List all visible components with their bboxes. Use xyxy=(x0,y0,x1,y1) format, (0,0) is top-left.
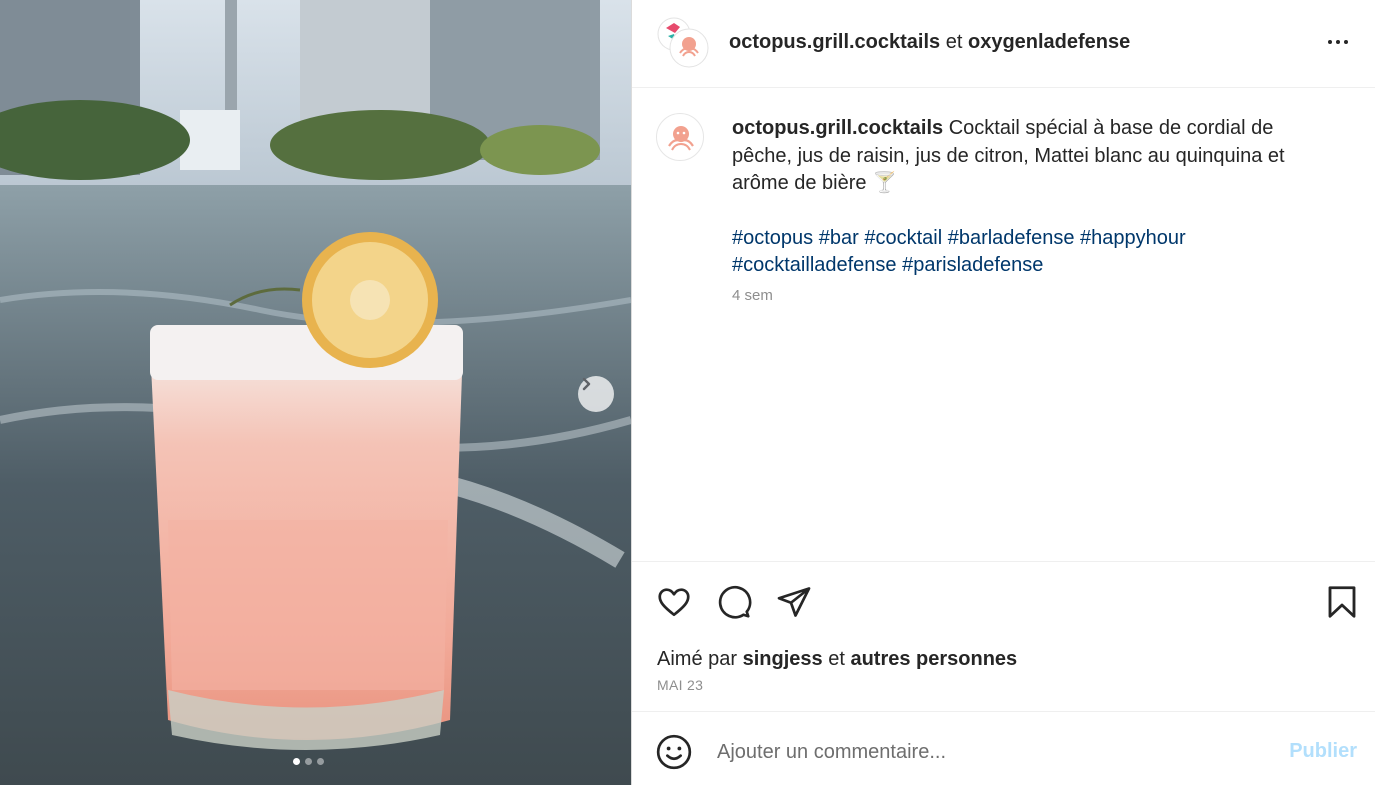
hashtag-link[interactable]: #cocktailladefense xyxy=(732,254,897,276)
bookmark-icon xyxy=(1328,586,1356,618)
share-button[interactable] xyxy=(774,582,814,622)
post-header: octopus.grill.cocktails et oxygenladefen… xyxy=(632,0,1375,88)
octopus-logo-icon xyxy=(668,126,694,151)
comment-bar: Publier xyxy=(632,711,1375,785)
carousel-dot xyxy=(293,758,300,765)
emoji-button[interactable] xyxy=(654,732,694,772)
hashtag-link[interactable]: #barladefense xyxy=(948,227,1075,249)
smiley-icon xyxy=(656,734,692,770)
hashtag-link[interactable]: #happyhour xyxy=(1080,227,1186,249)
save-button[interactable] xyxy=(1322,582,1362,622)
more-options-button[interactable] xyxy=(1323,30,1353,54)
instagram-post: octopus.grill.cocktails et oxygenladefen… xyxy=(0,0,1375,785)
likes-summary: Aimé par singjess et autres personnes xyxy=(657,648,1017,671)
like-button[interactable] xyxy=(654,582,694,622)
post-media[interactable] xyxy=(0,0,631,785)
post-photo xyxy=(0,0,631,785)
hashtag-link[interactable]: #bar xyxy=(819,227,859,249)
comment-button[interactable] xyxy=(714,582,754,622)
caption-username[interactable]: octopus.grill.cocktails xyxy=(732,117,943,139)
likes-conjunction: et xyxy=(828,648,845,670)
avatar-icon xyxy=(657,17,709,68)
heart-icon xyxy=(658,588,690,617)
carousel-next-button[interactable] xyxy=(578,376,614,412)
likes-others-link[interactable]: autres personnes xyxy=(850,648,1017,670)
caption-text: octopus.grill.cocktails Cocktail spécial… xyxy=(732,115,1332,280)
carousel-dot xyxy=(317,758,324,765)
comment-input[interactable] xyxy=(717,734,1277,770)
more-dot xyxy=(1336,40,1340,44)
liker-link[interactable]: singjess xyxy=(743,648,823,670)
hashtag-link[interactable]: #cocktail xyxy=(864,227,942,249)
post-actions: Aimé par singjess et autres personnes MA… xyxy=(632,561,1375,711)
comment-icon xyxy=(718,585,752,619)
paper-plane-icon xyxy=(777,587,811,617)
hashtag-link[interactable]: #parisladefense xyxy=(902,254,1043,276)
likes-prefix: Aimé par xyxy=(657,648,738,670)
more-dot xyxy=(1328,40,1332,44)
carousel-indicator xyxy=(293,758,324,765)
more-dot xyxy=(1344,40,1348,44)
authors-conjunction: et xyxy=(945,31,963,53)
collaborator-link[interactable]: oxygenladefense xyxy=(968,31,1130,53)
post-side-panel: octopus.grill.cocktails et oxygenladefen… xyxy=(632,0,1375,785)
carousel-dot xyxy=(305,758,312,765)
chevron-right-icon xyxy=(582,377,591,391)
hashtag-list: #octopus #bar #cocktail #barladefense #h… xyxy=(732,225,1332,280)
caption-section: octopus.grill.cocktails Cocktail spécial… xyxy=(632,89,1375,561)
caption-avatar[interactable] xyxy=(656,113,704,161)
post-authors: octopus.grill.cocktails et oxygenladefen… xyxy=(729,30,1130,54)
post-date: MAI 23 xyxy=(657,677,704,693)
hashtag-link[interactable]: #octopus xyxy=(732,227,813,249)
publish-button[interactable]: Publier xyxy=(1289,740,1357,763)
author-link[interactable]: octopus.grill.cocktails xyxy=(729,31,940,53)
caption-timestamp: 4 sem xyxy=(732,287,773,304)
collab-avatars[interactable] xyxy=(656,16,712,72)
